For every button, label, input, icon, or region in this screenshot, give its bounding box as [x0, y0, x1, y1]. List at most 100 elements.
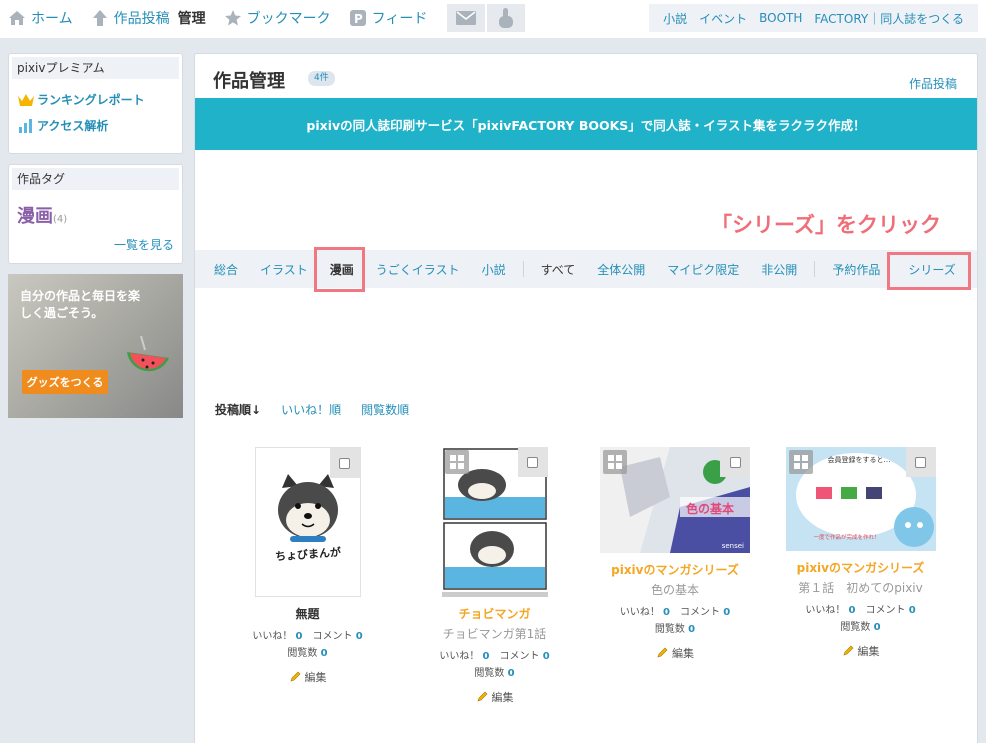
tab-illust[interactable]: イラスト — [249, 261, 319, 278]
work-title[interactable]: pixivのマンガシリーズ — [783, 559, 938, 576]
tab-scheduled[interactable]: 予約作品 — [821, 261, 891, 278]
tags-box: 作品タグ 漫画(4) 一覧を見る — [8, 164, 183, 264]
link-factory[interactable]: FACTORY｜同人誌をつくる — [814, 10, 964, 27]
edit-link[interactable]: 編集 — [595, 645, 755, 661]
tab-overview[interactable]: 総合 — [203, 261, 249, 278]
link-novel[interactable]: 小説 — [663, 10, 687, 27]
multiple-pages-icon — [788, 450, 813, 474]
nav-bookmark[interactable]: ブックマーク — [224, 8, 331, 28]
see-all-tags-link[interactable]: 一覧を見る — [114, 236, 174, 253]
make-goods-button[interactable]: グッズをつくる — [22, 370, 108, 394]
tab-all[interactable]: すべて — [530, 261, 587, 278]
work-title[interactable]: チョビマンガ — [427, 605, 562, 622]
likes-value: 0 — [663, 607, 670, 618]
edit-link[interactable]: 編集 — [240, 669, 375, 685]
select-checkbox[interactable] — [905, 447, 936, 477]
notification-button[interactable] — [487, 4, 526, 32]
tab-ugoira[interactable]: うごくイラスト — [365, 261, 471, 278]
comments-value: 0 — [723, 607, 731, 618]
work-card: 会員登録をすると… 一度で作品が完成を作れ！ pixivのマンガシリーズ 第１話… — [783, 447, 938, 659]
edit-link[interactable]: 編集 — [783, 643, 938, 659]
tag-name: 漫画 — [17, 206, 53, 227]
likes-value: 0 — [295, 631, 303, 642]
edit-link[interactable]: 編集 — [427, 689, 562, 705]
thumb-small-caption: sensei — [721, 542, 744, 550]
ranking-report-link[interactable]: ランキングレポート — [17, 91, 182, 108]
views-value: 0 — [507, 668, 515, 679]
tab-novel[interactable]: 小説 — [471, 261, 517, 278]
sort-by-views[interactable]: 閲覧数順 — [361, 401, 409, 418]
access-analysis-label: アクセス解析 — [37, 119, 109, 133]
post-work-link[interactable]: 作品投稿 — [909, 75, 957, 92]
work-stats: いいね！ 0 コメント 0 — [240, 627, 375, 642]
crown-icon — [18, 93, 34, 106]
top-bar: ホーム 作品投稿 管理 ブックマーク P フィード 小説 イベント BOOTH … — [0, 0, 986, 38]
likes-label: いいね！ — [252, 631, 293, 642]
work-subtitle[interactable]: 第１話 初めてのpixiv — [783, 579, 938, 596]
message-button[interactable] — [447, 4, 486, 32]
likes-label: いいね！ — [439, 651, 480, 662]
work-thumbnail[interactable]: 会員登録をすると… 一度で作品が完成を作れ！ — [785, 447, 936, 551]
likes-label: いいね！ — [619, 607, 660, 618]
works-count-badge: 4件 — [308, 71, 335, 86]
views-value: 0 — [320, 648, 328, 659]
access-analysis-link[interactable]: アクセス解析 — [17, 117, 182, 134]
series-tab-highlight — [887, 252, 971, 290]
views-label: 閲覧数 — [840, 622, 871, 633]
thumb-caption: 会員登録をすると… — [827, 456, 891, 464]
select-checkbox[interactable] — [720, 447, 750, 477]
likes-label: いいね！ — [805, 605, 846, 616]
nav-manage[interactable]: 管理 — [178, 8, 206, 28]
factory-books-banner[interactable]: pixivの同人誌印刷サービス「pixivFACTORY BOOKS」で同人誌・… — [195, 98, 977, 150]
tab-divider — [522, 261, 524, 277]
sort-by-likes[interactable]: いいね！順 — [281, 401, 341, 418]
work-views: 閲覧数 0 — [240, 644, 375, 659]
tag-manga[interactable]: 漫画(4) — [17, 202, 182, 228]
filter-tabs: 総合 イラスト 漫画 うごくイラスト 小説 すべて 全体公開 マイピク限定 非公… — [195, 250, 977, 288]
finger-icon — [499, 8, 514, 28]
work-views: 閲覧数 0 — [783, 618, 938, 633]
comments-label: コメント — [865, 605, 906, 616]
work-title[interactable]: pixivのマンガシリーズ — [595, 561, 755, 578]
work-card: チョビマンガ チョビマンガ第1話 いいね！ 0 コメント 0 閲覧数 0 編集 — [427, 447, 562, 705]
views-value: 0 — [873, 622, 881, 633]
tab-public[interactable]: 全体公開 — [586, 261, 656, 278]
work-thumbnail[interactable]: ちょびまんが — [254, 447, 361, 597]
work-title[interactable]: 無題 — [240, 605, 375, 622]
tab-private[interactable]: 非公開 — [750, 261, 808, 278]
tags-title: 作品タグ — [12, 168, 179, 190]
tab-divider — [814, 261, 816, 277]
main-panel: 作品管理 4件 作品投稿 pixivの同人誌印刷サービス「pixivFACTOR… — [194, 53, 978, 743]
views-label: 閲覧数 — [654, 624, 685, 635]
service-links: 小説 イベント BOOTH FACTORY｜同人誌をつくる — [649, 4, 978, 32]
link-event[interactable]: イベント — [699, 10, 747, 27]
star-icon — [224, 10, 241, 26]
work-subtitle[interactable]: チョビマンガ第1話 — [427, 625, 562, 642]
link-booth[interactable]: BOOTH — [759, 11, 802, 25]
nav-home-label: ホーム — [31, 11, 73, 27]
click-series-annotation: 「シリーズ」をクリック — [711, 213, 941, 237]
views-value: 0 — [688, 624, 696, 635]
goods-banner[interactable]: 自分の作品と毎日を楽しく過ごそう。 グッズをつくる — [8, 274, 183, 418]
comments-label: コメント — [680, 607, 720, 618]
nav-post[interactable]: 作品投稿 — [91, 8, 170, 28]
views-label: 閲覧数 — [474, 668, 505, 679]
work-thumbnail[interactable]: 色の基本 sensei — [600, 447, 750, 553]
sort-by-posted[interactable]: 投稿順↓ — [215, 401, 261, 418]
work-subtitle[interactable]: 色の基本 — [595, 581, 755, 598]
tab-mypixiv[interactable]: マイピク限定 — [656, 261, 750, 278]
premium-box: pixivプレミアム ランキングレポート アクセス解析 — [8, 53, 183, 154]
select-checkbox[interactable] — [517, 447, 548, 477]
work-thumbnail[interactable] — [441, 447, 548, 597]
edit-label: 編集 — [491, 691, 514, 704]
watermelon-keychain-icon — [127, 336, 169, 372]
nav-post-label: 作品投稿 — [113, 11, 170, 27]
edit-label: 編集 — [304, 671, 327, 684]
multiple-pages-icon — [444, 450, 469, 474]
nav-manage-label: 管理 — [177, 11, 206, 27]
comments-label: コメント — [312, 631, 353, 642]
feed-icon: P — [349, 10, 366, 26]
select-checkbox[interactable] — [329, 448, 360, 478]
nav-feed[interactable]: P フィード — [349, 8, 427, 28]
nav-home[interactable]: ホーム — [8, 8, 73, 28]
